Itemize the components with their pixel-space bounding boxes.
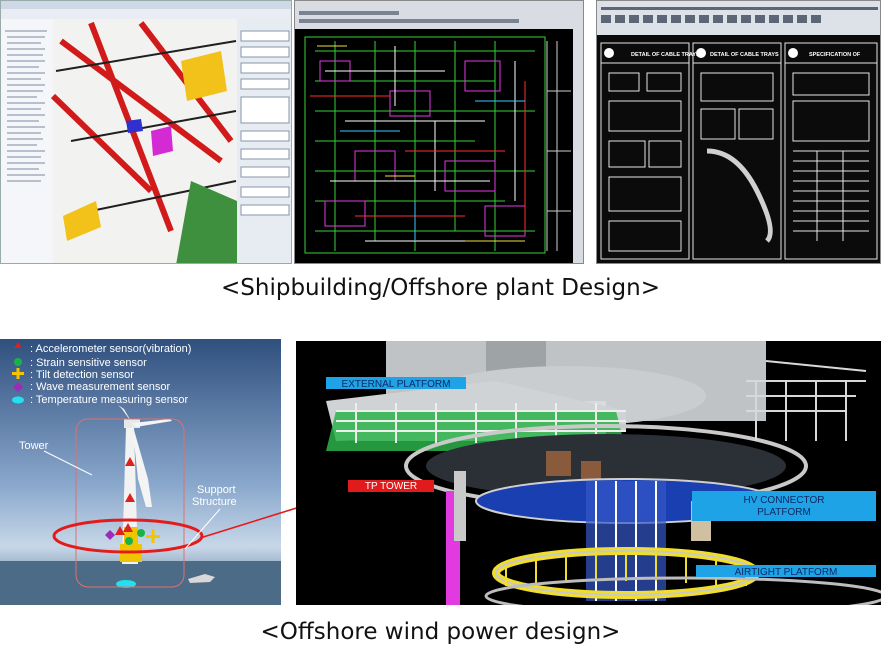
- support-structure-label-2: Structure: [192, 496, 237, 508]
- platform-render-graphic: EXTERNAL PLATFORM TP TOWER HV CONNECTOR …: [296, 341, 881, 605]
- cable-tray-detail-graphic: DETAIL OF CABLE TRAYS DETAIL OF CABLE TR…: [597, 1, 880, 263]
- airtight-platform-label: AIRTIGHT PLATFORM: [735, 567, 838, 578]
- wind-power-caption: <Offshore wind power design>: [260, 619, 621, 645]
- wind-turbine-sensor-photo: : Accelerometer sensor(vibration) : Stra…: [0, 339, 281, 605]
- legend-wave: : Wave measurement sensor: [30, 381, 171, 393]
- tower-label: Tower: [19, 440, 49, 452]
- cad-3d-piping-graphic: [1, 1, 291, 263]
- cad-2d-drawing-screenshot: [294, 0, 584, 264]
- cad-spec-title: SPECIFICATION OF: [809, 52, 861, 58]
- wind-turbine-graphic: : Accelerometer sensor(vibration) : Stra…: [0, 339, 281, 605]
- cad-2d-drawing-graphic: [295, 1, 583, 263]
- tp-tower-label: TP TOWER: [365, 481, 417, 492]
- cad-detail-title-1: DETAIL OF CABLE TRAYS: [631, 52, 700, 58]
- cad-3d-piping-screenshot: [0, 0, 292, 264]
- legend-strain: : Strain sensitive sensor: [30, 357, 147, 369]
- cyan-ellipse-icon: [12, 396, 24, 404]
- shipbuilding-caption: <Shipbuilding/Offshore plant Design>: [221, 275, 660, 301]
- hv-connector-label-1: HV CONNECTOR: [744, 495, 825, 506]
- external-platform-label: EXTERNAL PLATFORM: [342, 379, 451, 390]
- offshore-platform-render: EXTERNAL PLATFORM TP TOWER HV CONNECTOR …: [296, 341, 881, 605]
- legend-tilt: : Tilt detection sensor: [30, 369, 134, 381]
- legend-accelerometer: : Accelerometer sensor(vibration): [30, 343, 191, 355]
- cable-tray-detail-screenshot: DETAIL OF CABLE TRAYS DETAIL OF CABLE TR…: [596, 0, 881, 264]
- support-structure-label-1: Support: [197, 484, 236, 496]
- green-circle-icon: [14, 358, 22, 366]
- hv-connector-label-2: PLATFORM: [757, 507, 811, 518]
- legend-temperature: : Temperature measuring sensor: [30, 394, 188, 406]
- cad-detail-title-2: DETAIL OF CABLE TRAYS: [710, 52, 779, 58]
